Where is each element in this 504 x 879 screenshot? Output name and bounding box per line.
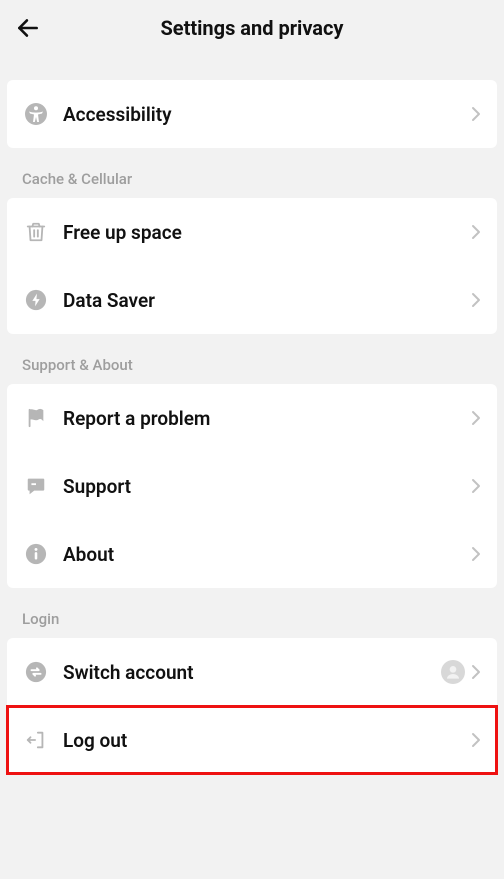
accessibility-icon [23,101,49,127]
chevron-right-icon [471,478,481,494]
section-header-cache: Cache & Cellular [0,148,504,198]
chevron-right-icon [471,224,481,240]
chevron-right-icon [471,410,481,426]
trash-icon [23,219,49,245]
chevron-right-icon [471,546,481,562]
logout-icon [23,727,49,753]
info-icon [23,541,49,567]
row-label: Free up space [63,221,471,244]
flag-icon [23,405,49,431]
section-header-login: Login [0,588,504,638]
card-support: Report a problem Support About [7,384,497,588]
card-login: Switch account Log out [7,638,497,774]
avatar-icon [441,660,465,684]
row-label: Switch account [63,661,441,684]
chevron-right-icon [471,292,481,308]
row-accessibility[interactable]: Accessibility [7,80,497,148]
row-free-up-space[interactable]: Free up space [7,198,497,266]
row-label: About [63,543,471,566]
chevron-right-icon [471,732,481,748]
row-label: Support [63,475,471,498]
row-label: Report a problem [63,407,471,430]
card-cache: Free up space Data Saver [7,198,497,334]
row-data-saver[interactable]: Data Saver [7,266,497,334]
switch-icon [23,659,49,685]
back-button[interactable] [8,8,48,48]
row-support[interactable]: Support [7,452,497,520]
arrow-left-icon [15,15,41,41]
row-about[interactable]: About [7,520,497,588]
row-switch-account[interactable]: Switch account [7,638,497,706]
chevron-right-icon [471,106,481,122]
row-log-out[interactable]: Log out [7,706,497,774]
row-report-problem[interactable]: Report a problem [7,384,497,452]
chevron-right-icon [471,664,481,680]
chat-icon [23,473,49,499]
row-label: Log out [63,729,471,752]
section-header-support: Support & About [0,334,504,384]
row-label: Accessibility [63,103,471,126]
bolt-circle-icon [23,287,49,313]
header-bar: Settings and privacy [0,0,504,56]
page-title: Settings and privacy [0,16,504,40]
row-label: Data Saver [63,289,471,312]
card-top: Accessibility [7,80,497,148]
